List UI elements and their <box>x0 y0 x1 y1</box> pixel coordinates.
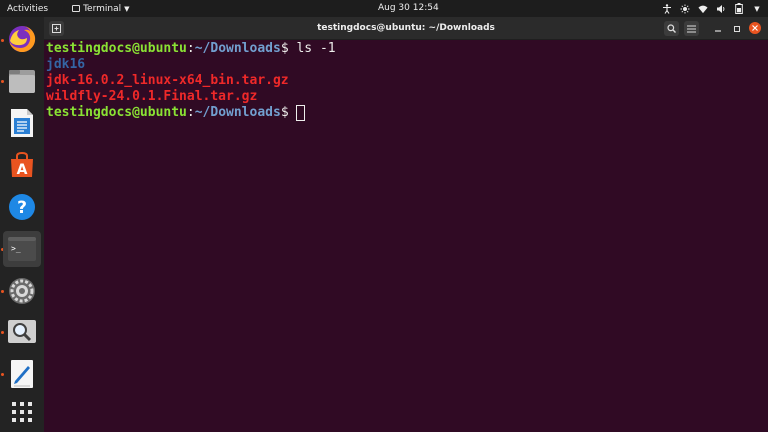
running-indicator <box>1 80 4 83</box>
screenshot-icon <box>8 320 36 343</box>
output-line-archive: jdk-16.0.2_linux-x64_bin.tar.gz <box>46 73 289 88</box>
search-icon <box>667 24 676 33</box>
top-bar: Activities Terminal ▼ Aug 30 12:54 ▼ <box>0 0 768 17</box>
svg-text:>_: >_ <box>11 244 21 253</box>
activities-button[interactable]: Activities <box>7 4 48 14</box>
output-line-archive: wildfly-24.0.1.Final.tar.gz <box>46 89 258 104</box>
dock-ubuntu-software[interactable]: A <box>5 148 39 182</box>
clock[interactable]: Aug 30 12:54 <box>378 3 439 13</box>
minimize-icon <box>714 29 721 32</box>
caret-down-icon: ▼ <box>124 4 130 13</box>
running-indicator <box>1 39 4 42</box>
volume-icon[interactable] <box>716 4 726 14</box>
output-line-directory: jdk16 <box>46 57 86 72</box>
prompt-dollar: $ <box>280 105 297 120</box>
prompt-path: ~/Downloads <box>194 41 281 56</box>
dock-libreoffice-writer[interactable] <box>5 106 39 140</box>
hamburger-icon <box>687 25 696 32</box>
dock-files[interactable] <box>5 64 39 98</box>
settings-icon <box>9 278 35 304</box>
dock: A ? >_ <box>0 17 44 432</box>
running-indicator <box>1 290 4 293</box>
running-indicator <box>1 373 4 376</box>
terminal-app-icon <box>72 5 81 12</box>
prompt-user: testingdocs@ubuntu <box>46 41 187 56</box>
minimize-button[interactable] <box>710 21 725 36</box>
accessibility-icon[interactable] <box>662 3 672 14</box>
prompt-dollar: $ <box>280 41 297 56</box>
terminal-window: testingdocs@ubuntu: ~/Downloads testingd… <box>44 17 768 432</box>
dock-show-applications[interactable] <box>5 395 39 429</box>
files-icon <box>9 70 35 93</box>
show-apps-icon <box>12 402 32 422</box>
hamburger-menu-button[interactable] <box>684 21 699 36</box>
software-icon: A <box>11 151 33 178</box>
prompt-separator: : <box>186 105 195 120</box>
dock-settings[interactable] <box>5 274 39 308</box>
close-icon <box>752 25 758 31</box>
prompt-user: testingdocs@ubuntu <box>46 105 187 120</box>
dock-firefox[interactable] <box>5 22 39 56</box>
firefox-icon <box>9 25 36 52</box>
writer-icon <box>11 109 33 137</box>
dock-help[interactable]: ? <box>5 190 39 224</box>
system-tray[interactable]: ▼ <box>662 2 762 15</box>
running-indicator <box>1 331 4 334</box>
system-menu-caret-icon[interactable]: ▼ <box>752 4 762 14</box>
svg-text:A: A <box>17 162 28 178</box>
svg-text:?: ? <box>17 198 27 218</box>
command-line: testingdocs@ubuntu:~/Downloads$ ls -1 <box>46 41 766 57</box>
search-button[interactable] <box>664 21 679 36</box>
window-title: testingdocs@ubuntu: ~/Downloads <box>317 23 495 33</box>
prompt-separator: : <box>186 41 195 56</box>
text-editor-icon <box>11 360 33 388</box>
close-button[interactable] <box>749 22 761 34</box>
terminal-output[interactable]: testingdocs@ubuntu:~/Downloads$ ls -1 jd… <box>46 41 766 431</box>
title-bar[interactable]: testingdocs@ubuntu: ~/Downloads <box>44 17 768 40</box>
app-menu[interactable]: Terminal ▼ <box>72 3 130 14</box>
app-menu-label: Terminal <box>83 3 122 14</box>
command-text: ls -1 <box>296 41 336 56</box>
dock-text-editor[interactable] <box>5 357 39 391</box>
maximize-button[interactable] <box>729 21 744 36</box>
restore-icon <box>733 25 740 32</box>
text-cursor <box>296 105 306 121</box>
wifi-icon[interactable] <box>698 4 708 14</box>
brightness-icon[interactable] <box>680 4 690 14</box>
battery-icon[interactable] <box>734 3 744 14</box>
prompt-line[interactable]: testingdocs@ubuntu:~/Downloads$ <box>46 105 766 121</box>
prompt-path: ~/Downloads <box>194 105 281 120</box>
terminal-icon: >_ <box>8 237 36 261</box>
help-icon: ? <box>9 194 35 220</box>
dock-terminal[interactable]: >_ <box>3 231 41 267</box>
dock-screenshot[interactable] <box>5 315 39 349</box>
